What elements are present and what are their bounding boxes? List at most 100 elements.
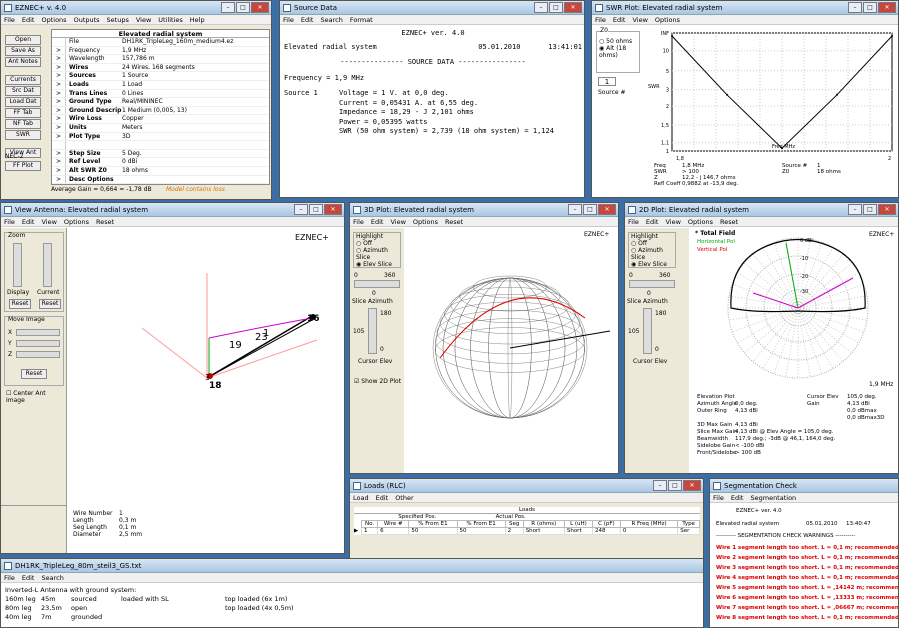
p3d-menu-options[interactable]: Options [413, 217, 438, 226]
swr-menu-file[interactable]: File [595, 15, 606, 24]
loads-cell[interactable]: 0 [619, 527, 679, 535]
row-expand-button[interactable] [52, 38, 66, 46]
loads-cell[interactable]: 50 [456, 527, 506, 535]
minimize-button[interactable]: – [653, 480, 667, 491]
model-row[interactable]: > Alt SWR Z0 18 ohms [52, 166, 269, 176]
highlight-azimuth-slice-radio[interactable]: ○ Azimuth Slice [629, 247, 675, 261]
close-button[interactable]: ✕ [878, 204, 896, 215]
view-menu-options[interactable]: Options [64, 217, 89, 226]
p3d-menu-edit[interactable]: Edit [371, 217, 384, 226]
azimuth-scrollbar[interactable] [629, 280, 675, 288]
model-row[interactable]: > Wire Loss Copper [52, 115, 269, 124]
model-row[interactable]: > Desc Options [52, 175, 269, 185]
minimize-button[interactable]: – [848, 204, 862, 215]
close-button[interactable]: ✕ [564, 2, 582, 13]
z0-50-radio[interactable]: ○ 50 ohms [597, 38, 639, 45]
main-menu-file[interactable]: File [4, 15, 15, 24]
p2d-menu-options[interactable]: Options [688, 217, 713, 226]
highlight-off-radio[interactable]: ○ Off [629, 240, 675, 247]
loads-menu-edit[interactable]: Edit [376, 493, 389, 502]
row-expand-button[interactable]: > [52, 149, 66, 158]
loads-cell[interactable]: 2 [504, 527, 524, 535]
loads-cell[interactable]: 1 [360, 527, 379, 535]
maximize-button[interactable]: □ [309, 204, 323, 215]
main-menu-help[interactable]: Help [190, 15, 205, 24]
model-row[interactable]: > Plot Type 3D [52, 132, 269, 142]
current-zoom-slider[interactable] [43, 243, 52, 287]
reset-move-button[interactable]: Reset [21, 369, 47, 379]
minimize-button[interactable]: – [221, 2, 235, 13]
close-button[interactable]: ✕ [598, 204, 616, 215]
txt-menu-search[interactable]: Search [41, 573, 63, 582]
swr-menu-edit[interactable]: Edit [613, 15, 626, 24]
loads-menu-other[interactable]: Other [395, 493, 413, 502]
close-button[interactable]: ✕ [878, 2, 896, 13]
highlight-elev-slice-radio[interactable]: ◉ Elev Slice [354, 261, 400, 268]
maximize-button[interactable]: □ [863, 2, 877, 13]
swr-menu-view[interactable]: View [632, 15, 647, 24]
move-z-scrollbar[interactable] [16, 351, 60, 358]
minimize-button[interactable]: – [568, 204, 582, 215]
txt-menu-edit[interactable]: Edit [22, 573, 35, 582]
view-menu-file[interactable]: File [4, 217, 15, 226]
seg-menu-segmentation[interactable]: Segmentation [750, 493, 796, 502]
main-menu-view[interactable]: View [136, 15, 151, 24]
row-expand-button[interactable]: > [52, 89, 66, 98]
save-as-button[interactable]: Save As [5, 46, 41, 56]
z0-alt-radio[interactable]: ◉ Alt (18 ohms) [597, 45, 639, 59]
p3d-menu-file[interactable]: File [353, 217, 364, 226]
azimuth-scrollbar[interactable] [354, 280, 400, 288]
maximize-button[interactable]: □ [863, 204, 877, 215]
main-menu-options[interactable]: Options [41, 15, 66, 24]
close-button[interactable]: ✕ [683, 480, 701, 491]
reset-display-button[interactable]: Reset [9, 299, 31, 309]
loads-cell[interactable]: Short [563, 527, 594, 535]
close-button[interactable]: ✕ [251, 2, 269, 13]
row-expand-button[interactable]: > [52, 72, 66, 80]
src-menu-edit[interactable]: Edit [301, 15, 314, 24]
model-row[interactable]: > Ground Type Real/MININEC [52, 98, 269, 107]
seg-menu-edit[interactable]: Edit [731, 493, 744, 502]
row-expand-button[interactable]: > [52, 46, 66, 55]
p2d-menu-view[interactable]: View [665, 217, 680, 226]
main-menu-utilities[interactable]: Utilities [158, 15, 182, 24]
loads-cell[interactable]: 248 [592, 527, 621, 535]
ff-plot-button[interactable]: FF Plot [5, 161, 41, 171]
row-expand-button[interactable]: > [52, 115, 66, 123]
elev-scrollbar[interactable] [368, 308, 377, 354]
ff-tab-button[interactable]: FF Tab [5, 108, 41, 118]
reset-current-button[interactable]: Reset [39, 299, 61, 309]
loads-cell[interactable]: Ser [677, 527, 700, 535]
loads-row[interactable]: ▶ 1 6 50 50 2 Short Short 248 0 Ser [354, 527, 700, 535]
highlight-off-radio[interactable]: ○ Off [354, 240, 400, 247]
model-row[interactable]: > Loads 1 Load [52, 80, 269, 90]
currents-button[interactable]: Currents [5, 75, 41, 85]
loads-cell[interactable]: Short [522, 527, 565, 535]
row-expand-button[interactable]: > [52, 123, 66, 132]
open-button[interactable]: Open [5, 35, 41, 45]
model-row[interactable]: > Ref Level 0 dBi [52, 158, 269, 167]
maximize-button[interactable]: □ [236, 2, 250, 13]
model-row[interactable]: > Units Meters [52, 123, 269, 133]
main-menu-setups[interactable]: Setups [107, 15, 129, 24]
view-menu-view[interactable]: View [41, 217, 56, 226]
model-row[interactable]: > Ground Descrip 1 Medium (0,005, 13) [52, 106, 269, 116]
minimize-button[interactable]: – [294, 204, 308, 215]
row-expand-button[interactable]: > [52, 98, 66, 106]
move-x-scrollbar[interactable] [16, 329, 60, 336]
row-expand-button[interactable]: > [52, 166, 66, 175]
minimize-button[interactable]: – [534, 2, 548, 13]
maximize-button[interactable]: □ [549, 2, 563, 13]
ant-notes-button[interactable]: Ant Notes [5, 57, 41, 67]
model-row[interactable]: > Sources 1 Source [52, 72, 269, 81]
highlight-elev-slice-radio[interactable]: ◉ Elev Slice [629, 261, 675, 268]
p2d-menu-edit[interactable]: Edit [646, 217, 659, 226]
elev-scrollbar[interactable] [643, 308, 652, 354]
src-menu-format[interactable]: Format [350, 15, 373, 24]
row-expand-button[interactable]: > [52, 175, 66, 184]
row-expand-button[interactable]: > [52, 106, 66, 115]
model-row[interactable]: > Trans Lines 0 Lines [52, 89, 269, 99]
src-dat-button[interactable]: Src Dat [5, 86, 41, 96]
highlight-azimuth-slice-radio[interactable]: ○ Azimuth Slice [354, 247, 400, 261]
maximize-button[interactable]: □ [668, 480, 682, 491]
